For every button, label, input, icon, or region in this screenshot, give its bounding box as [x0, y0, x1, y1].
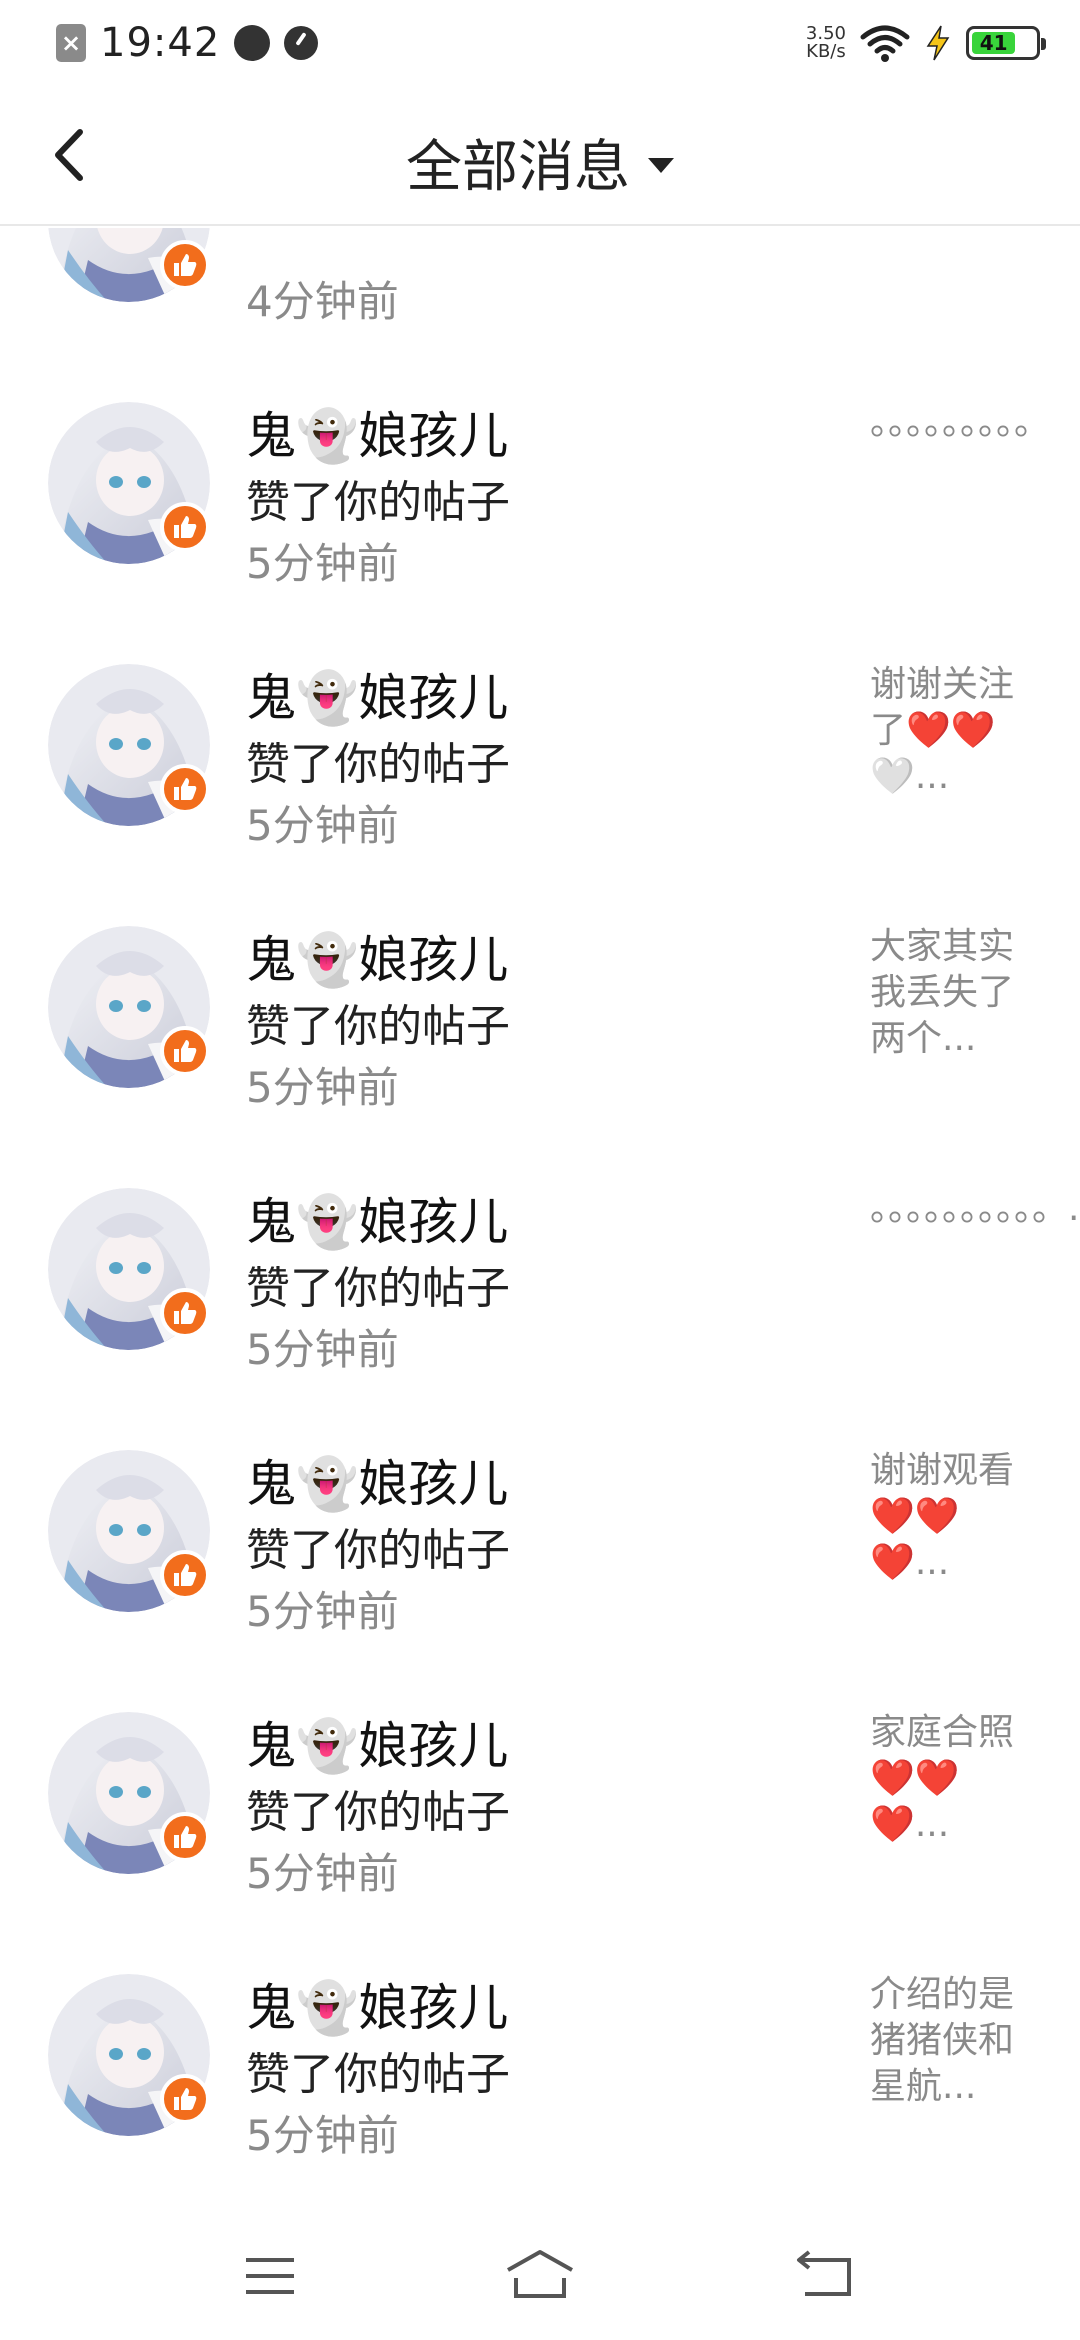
message-row[interactable]: 鬼👻娘孩儿 赞了你的帖子 5分钟前 。。。。。。。。。: [0, 350, 1080, 612]
avatar[interactable]: [48, 1188, 210, 1350]
avatar[interactable]: [48, 1712, 210, 1874]
message-time: 5分钟前: [246, 1325, 399, 1374]
thumbs-up-icon: [174, 516, 197, 538]
message-time: 5分钟前: [246, 2111, 399, 2160]
network-speed-unit: KB/s: [806, 41, 846, 62]
post-preview[interactable]: 大家其实我丢失了两个...: [870, 924, 1032, 1062]
avatar[interactable]: [48, 228, 210, 302]
message-time: 5分钟前: [246, 1849, 399, 1898]
action-text: 赞了你的帖子: [246, 1001, 510, 1052]
like-badge: [160, 1550, 210, 1600]
thumbs-up-icon: [174, 254, 197, 276]
notification-x-icon: ×: [56, 24, 86, 62]
message-row[interactable]: 4分钟前 我不...: [0, 228, 1080, 350]
system-nav-bar: [0, 2210, 1080, 2340]
avatar[interactable]: [48, 1974, 210, 2136]
like-badge: [160, 764, 210, 814]
action-text: 赞了你的帖子: [246, 1525, 510, 1576]
header-bar: 全部消息: [0, 86, 1080, 226]
action-text: 赞了你的帖子: [246, 1263, 510, 1314]
thumbs-up-icon: [174, 1302, 197, 1324]
like-badge: [160, 2074, 210, 2124]
post-preview[interactable]: 家庭合照❤️❤️❤️...: [870, 1710, 1032, 1848]
title-dropdown[interactable]: 全部消息: [0, 122, 1080, 203]
status-left: × 19:42: [56, 18, 319, 68]
sender-name[interactable]: 鬼👻娘孩儿: [246, 1444, 508, 1516]
message-row[interactable]: 鬼👻娘孩儿 赞了你的帖子 5分钟前 介绍的是猪猪侠和星航...: [0, 1922, 1080, 2184]
avatar[interactable]: [48, 926, 210, 1088]
action-text: 赞了你的帖子: [246, 477, 510, 528]
message-row[interactable]: 鬼👻娘孩儿 赞了你的帖子 5分钟前 谢谢观看❤️❤️❤️...: [0, 1398, 1080, 1660]
message-time: 5分钟前: [246, 801, 399, 850]
caret-down-icon: [648, 158, 674, 173]
like-badge: [160, 1812, 210, 1862]
action-text: 赞了你的帖子: [246, 2049, 510, 2100]
avatar[interactable]: [48, 664, 210, 826]
page-title: 全部消息: [406, 135, 630, 200]
battery-icon: 41: [966, 26, 1046, 60]
sender-name[interactable]: 鬼👻娘孩儿: [246, 1706, 508, 1778]
sender-name[interactable]: 鬼👻娘孩儿: [246, 1182, 508, 1254]
sender-name[interactable]: 鬼👻娘孩儿: [246, 920, 508, 992]
app-gauge-icon: [284, 26, 319, 60]
message-time: 5分钟前: [246, 1063, 399, 1112]
action-text: 赞了你的帖子: [246, 1787, 510, 1838]
message-row[interactable]: 鬼👻娘孩儿 赞了你的帖子 5分钟前 大家其实我丢失了两个...: [0, 874, 1080, 1136]
network-speed: 3.50 KB/s: [806, 25, 846, 61]
sender-name[interactable]: 鬼👻娘孩儿: [246, 1968, 508, 2040]
thumbs-up-icon: [174, 778, 197, 800]
status-bar: × 19:42 3.50 KB/s 41: [0, 0, 1080, 86]
action-text: 赞了你的帖子: [246, 739, 510, 790]
message-time: 5分钟前: [246, 539, 399, 588]
avatar[interactable]: [48, 402, 210, 564]
status-time: 19:42: [100, 20, 221, 66]
message-row[interactable]: 鬼👻娘孩儿 竟然有利: [0, 2184, 1080, 2210]
app-cat-icon: [234, 25, 271, 61]
thumbs-up-icon: [174, 1826, 197, 1848]
post-preview[interactable]: 。。。。。。。。。: [870, 400, 1050, 446]
charging-bolt-icon: [926, 25, 950, 61]
message-row[interactable]: 鬼👻娘孩儿 赞了你的帖子 5分钟前 谢谢关注了❤️❤️🤍...: [0, 612, 1080, 874]
status-right: 3.50 KB/s 41: [806, 18, 1046, 68]
like-badge: [160, 1026, 210, 1076]
sender-name[interactable]: 鬼👻娘孩儿: [246, 658, 508, 730]
sender-name[interactable]: 鬼👻娘孩儿: [246, 396, 508, 468]
back-icon[interactable]: [785, 2240, 865, 2310]
message-list[interactable]: 4分钟前 我不...: [0, 228, 1080, 2210]
thumbs-up-icon: [174, 1040, 197, 1062]
wifi-icon: [860, 25, 910, 62]
message-time: 5分钟前: [246, 1587, 399, 1636]
post-preview[interactable]: 介绍的是猪猪侠和星航...: [870, 1972, 1032, 2110]
post-preview[interactable]: 。。。。。。。。。。...: [870, 1186, 1080, 1232]
battery-level: 41: [972, 32, 1016, 54]
home-icon[interactable]: [500, 2240, 580, 2310]
like-badge: [160, 1288, 210, 1338]
like-badge: [160, 240, 210, 290]
thumbs-up-icon: [174, 2088, 197, 2110]
avatar[interactable]: [48, 1450, 210, 1612]
post-preview[interactable]: 谢谢观看❤️❤️❤️...: [870, 1448, 1032, 1586]
post-preview[interactable]: 谢谢关注了❤️❤️🤍...: [870, 662, 1032, 800]
like-badge: [160, 502, 210, 552]
thumbs-up-icon: [174, 1564, 197, 1586]
message-row[interactable]: 鬼👻娘孩儿 赞了你的帖子 5分钟前 家庭合照❤️❤️❤️...: [0, 1660, 1080, 1922]
message-time: 4分钟前: [246, 277, 399, 326]
message-row[interactable]: 鬼👻娘孩儿 赞了你的帖子 5分钟前 。。。。。。。。。。...: [0, 1136, 1080, 1398]
menu-icon[interactable]: [230, 2240, 310, 2310]
